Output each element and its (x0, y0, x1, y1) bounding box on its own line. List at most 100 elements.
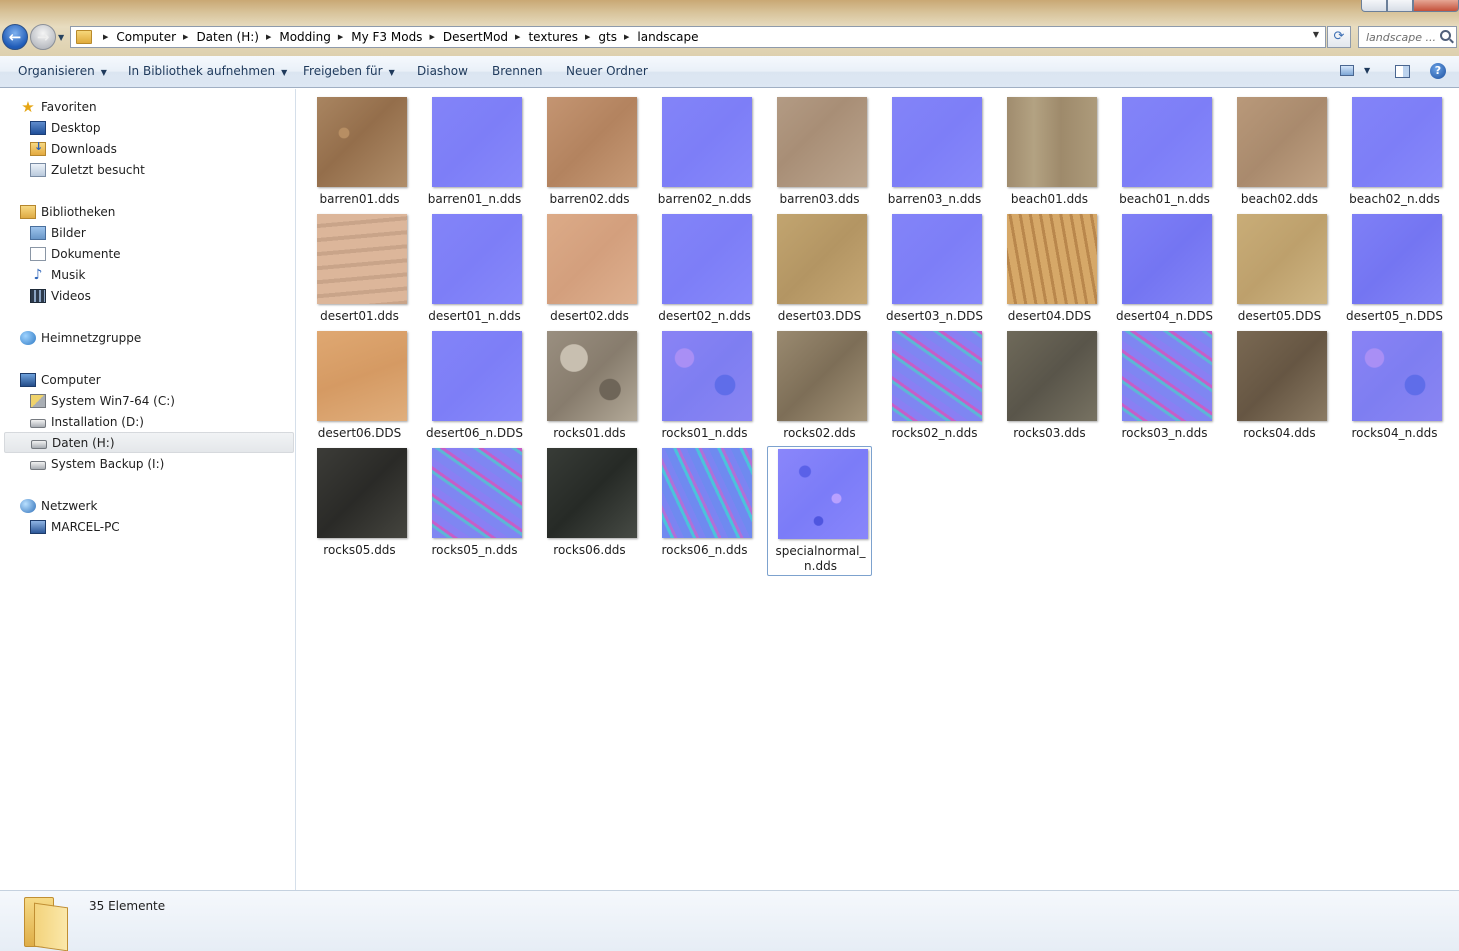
file-item[interactable]: rocks06.dds (537, 446, 642, 558)
slideshow-button[interactable]: Diashow (417, 64, 468, 78)
nav-item-marcel-pc[interactable]: MARCEL-PC (30, 516, 120, 537)
file-item[interactable]: rocks01_n.dds (652, 329, 757, 441)
address-dropdown-icon[interactable]: ▼ (1313, 30, 1319, 39)
file-item[interactable]: rocks02.dds (767, 329, 872, 441)
nav-item-music[interactable]: ♪ Musik (30, 264, 86, 285)
breadcrumb-item[interactable]: ▶ Modding (259, 30, 331, 44)
nav-item-drive-c[interactable]: System Win7-64 (C:) (30, 390, 175, 411)
file-item[interactable]: rocks05_n.dds (422, 446, 527, 558)
include-library-button[interactable]: In Bibliothek aufnehmen ▼ (128, 64, 287, 78)
file-item[interactable]: barren03.dds (767, 95, 872, 207)
preview-pane-icon[interactable] (1395, 65, 1410, 78)
breadcrumb-item[interactable]: ▶ textures (508, 30, 578, 44)
history-dropdown-icon[interactable]: ▼ (58, 33, 64, 42)
include-library-label: In Bibliothek aufnehmen (128, 64, 276, 78)
search-icon[interactable] (1440, 30, 1451, 41)
minimize-button[interactable] (1361, 0, 1387, 12)
file-item[interactable]: beach02.dds (1227, 95, 1332, 207)
file-item[interactable]: barren02_n.dds (652, 95, 757, 207)
breadcrumb-item[interactable]: ▶ DesertMod (422, 30, 508, 44)
file-name: rocks02_n.dds (891, 426, 978, 440)
forward-button[interactable]: → (30, 24, 56, 50)
file-item[interactable]: beach01_n.dds (1112, 95, 1217, 207)
nav-computer[interactable]: Computer (20, 369, 101, 390)
file-item[interactable]: desert06_n.DDS (422, 329, 527, 441)
folder-icon (20, 897, 68, 951)
breadcrumb-separator-icon[interactable]: ▶ (624, 33, 629, 41)
file-item[interactable]: barren01_n.dds (422, 95, 527, 207)
file-item[interactable]: barren03_n.dds (882, 95, 987, 207)
search-box[interactable] (1358, 26, 1457, 48)
file-item[interactable]: barren01.dds (307, 95, 412, 207)
file-item[interactable]: desert03.DDS (767, 212, 872, 324)
file-item[interactable]: specialnormal_n.dds (767, 446, 872, 576)
file-item[interactable]: desert05.DDS (1227, 212, 1332, 324)
refresh-button[interactable]: ⟳ (1327, 26, 1351, 48)
breadcrumb-item[interactable]: ▶ gts (578, 30, 617, 44)
nav-item-recent[interactable]: Zuletzt besucht (30, 159, 145, 180)
nav-item-drive-d[interactable]: Installation (D:) (30, 411, 144, 432)
file-item[interactable]: rocks05.dds (307, 446, 412, 558)
hard-drive-icon (31, 440, 47, 449)
search-input[interactable] (1366, 30, 1436, 44)
maximize-button[interactable] (1387, 0, 1413, 12)
breadcrumb-separator-icon[interactable]: ▶ (515, 33, 520, 41)
file-item[interactable]: beach02_n.dds (1342, 95, 1447, 207)
file-item[interactable]: desert02_n.dds (652, 212, 757, 324)
file-name: barren02_n.dds (657, 192, 752, 206)
nav-homegroup[interactable]: Heimnetzgruppe (20, 327, 141, 348)
file-item[interactable]: rocks03_n.dds (1112, 329, 1217, 441)
file-item[interactable]: desert01.dds (307, 212, 412, 324)
nav-item-drive-i[interactable]: System Backup (I:) (30, 453, 164, 474)
music-note-icon: ♪ (33, 266, 43, 283)
breadcrumb-separator-icon[interactable]: ▶ (338, 33, 343, 41)
breadcrumb-separator-icon[interactable]: ▶ (103, 33, 108, 41)
breadcrumb-separator-icon[interactable]: ▶ (429, 33, 434, 41)
file-item[interactable]: rocks02_n.dds (882, 329, 987, 441)
new-folder-button[interactable]: Neuer Ordner (566, 64, 648, 78)
file-item[interactable]: desert01_n.dds (422, 212, 527, 324)
view-options-dropdown-icon[interactable]: ▼ (1364, 66, 1370, 75)
file-item[interactable]: desert02.dds (537, 212, 642, 324)
breadcrumb-separator-icon[interactable]: ▶ (183, 33, 188, 41)
file-item[interactable]: desert04_n.DDS (1112, 212, 1217, 324)
file-item[interactable]: rocks03.dds (997, 329, 1102, 441)
nav-item-documents[interactable]: Dokumente (30, 243, 121, 264)
burn-button[interactable]: Brennen (492, 64, 542, 78)
nav-item-pictures[interactable]: Bilder (30, 222, 86, 243)
file-item[interactable]: desert03_n.DDS (882, 212, 987, 324)
breadcrumb-item[interactable]: ▶ landscape (617, 30, 699, 44)
file-item[interactable]: rocks04.dds (1227, 329, 1332, 441)
breadcrumb-label: Computer (116, 30, 177, 44)
nav-item-videos[interactable]: Videos (30, 285, 91, 306)
file-item[interactable]: rocks01.dds (537, 329, 642, 441)
file-item[interactable]: beach01.dds (997, 95, 1102, 207)
breadcrumb-item[interactable]: ▶ Daten (H:) (176, 30, 259, 44)
window-controls (1361, 0, 1459, 12)
change-view-icon[interactable] (1340, 65, 1354, 76)
breadcrumb-separator-icon[interactable]: ▶ (266, 33, 271, 41)
file-item[interactable]: rocks04_n.dds (1342, 329, 1447, 441)
back-button[interactable]: ← (2, 24, 28, 50)
file-name: desert04_n.DDS (1115, 309, 1214, 323)
file-item[interactable]: rocks06_n.dds (652, 446, 757, 558)
address-bar[interactable]: ▶ Computer ▶ Daten (H:) ▶ Modding ▶ My F3 Mods ▶… (70, 26, 1326, 48)
breadcrumb-separator-icon[interactable]: ▶ (585, 33, 590, 41)
file-list[interactable]: barren01.dds barren01_n.dds barren02.dds ba… (297, 89, 1459, 890)
nav-item-desktop[interactable]: Desktop (30, 117, 101, 138)
close-button[interactable] (1413, 0, 1459, 12)
breadcrumb-item[interactable]: ▶ Computer (96, 30, 176, 44)
share-with-button[interactable]: Freigeben für ▼ (303, 64, 395, 78)
organize-button[interactable]: Organisieren ▼ (18, 64, 107, 78)
help-icon[interactable]: ? (1430, 63, 1446, 79)
nav-favorites[interactable]: ★ Favoriten (20, 96, 96, 117)
breadcrumb-item[interactable]: ▶ My F3 Mods (331, 30, 423, 44)
nav-network[interactable]: Netzwerk (20, 495, 97, 516)
nav-libraries[interactable]: Bibliotheken (20, 201, 115, 222)
nav-item-drive-h[interactable]: Daten (H:) (4, 432, 294, 453)
file-item[interactable]: desert05_n.DDS (1342, 212, 1447, 324)
file-item[interactable]: desert06.DDS (307, 329, 412, 441)
file-item[interactable]: barren02.dds (537, 95, 642, 207)
nav-item-downloads[interactable]: Downloads (30, 138, 117, 159)
file-item[interactable]: desert04.DDS (997, 212, 1102, 324)
